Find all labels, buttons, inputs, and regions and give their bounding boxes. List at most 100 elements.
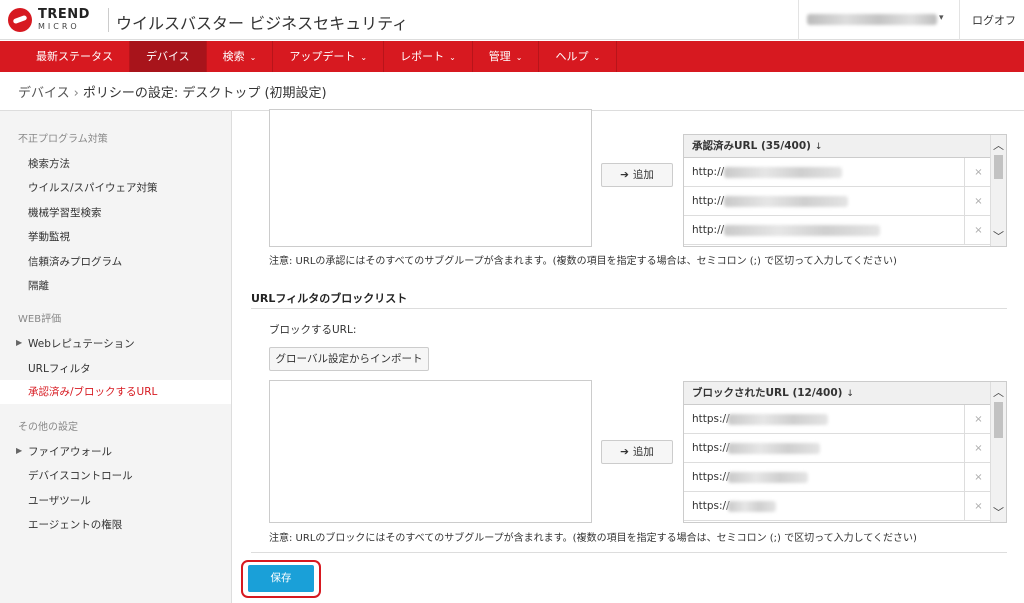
- nav-item-update[interactable]: アップデート ⌄: [273, 41, 385, 72]
- redacted-url: [728, 443, 820, 454]
- breadcrumb: デバイス › ポリシーの設定: デスクトップ (初期設定): [18, 82, 327, 101]
- list-title: 承認済みURL (35/400): [692, 140, 811, 152]
- url-prefix: https://: [692, 442, 730, 454]
- delete-icon[interactable]: ×: [964, 187, 992, 216]
- blocked-url-list: ブロックされたURL (12/400) ↓ https:// × https:// ×…: [683, 381, 1007, 523]
- delete-icon[interactable]: ×: [964, 463, 992, 492]
- breadcrumb-separator: ›: [73, 86, 79, 101]
- scroll-up-icon[interactable]: ︿: [993, 384, 1004, 400]
- blocked-url-note: 注意: URLのブロックにはそのすべてのサブグループが含まれます。(複数の項目を…: [269, 533, 917, 544]
- breadcrumb-current: ポリシーの設定: デスクトップ (初期設定): [82, 86, 327, 101]
- expand-arrow-icon: ▶: [16, 446, 23, 455]
- list-title: ブロックされたURL (12/400): [692, 387, 843, 399]
- sort-arrow-icon: ↓: [846, 389, 854, 399]
- sidebar-item-firewall[interactable]: ▶ ファイアウォール: [16, 444, 112, 459]
- approved-url-list: 承認済みURL (35/400) ↓ http:// × http:// × http…: [683, 134, 1007, 247]
- block-url-label: ブロックするURL:: [269, 324, 357, 336]
- redacted-url: [724, 225, 880, 236]
- nav-label: 最新ステータス: [36, 50, 113, 63]
- list-item: https:// ×: [684, 434, 992, 463]
- redacted-url: [728, 501, 776, 512]
- sidebar-item-label: ファイアウォール: [28, 446, 112, 458]
- nav-item-reports[interactable]: レポート ⌄: [384, 41, 473, 72]
- list-item: http:// ×: [684, 216, 992, 245]
- add-approved-url-button[interactable]: ➔ 追加: [601, 163, 673, 187]
- breadcrumb-devices-link[interactable]: デバイス: [18, 86, 70, 101]
- list-item: https:// ×: [684, 405, 992, 434]
- list-item: http:// ×: [684, 158, 992, 187]
- sidebar-item-trusted-programs[interactable]: 信頼済みプログラム: [28, 254, 122, 269]
- chevron-down-icon: ⌄: [593, 53, 601, 62]
- url-prefix: https://: [692, 413, 730, 425]
- scroll-thumb[interactable]: [994, 155, 1003, 179]
- redacted-url: [728, 414, 828, 425]
- app-header: TREND MICRO ウイルスバスター ビジネスセキュリティ ▾ ログオフ: [0, 0, 1024, 40]
- blocked-url-list-header[interactable]: ブロックされたURL (12/400) ↓: [684, 382, 1006, 405]
- scroll-down-icon[interactable]: ﹀: [993, 504, 1004, 520]
- import-global-settings-button[interactable]: グローバル設定からインポート: [269, 347, 429, 371]
- sidebar-group-other: その他の設定: [18, 422, 78, 433]
- nav-item-help[interactable]: ヘルプ ⌄: [539, 41, 618, 72]
- policy-sidebar: 不正プログラム対策 検索方法 ウイルス/スパイウェア対策 機械学習型検索 挙動監…: [0, 111, 232, 603]
- sidebar-item-behavior-monitoring[interactable]: 挙動監視: [28, 229, 70, 244]
- app-title: ウイルスバスター ビジネスセキュリティ: [116, 14, 409, 33]
- sidebar-group-antimalware: 不正プログラム対策: [18, 134, 108, 145]
- sidebar-item-device-control[interactable]: デバイスコントロール: [28, 468, 133, 483]
- sidebar-item-quarantine[interactable]: 隔離: [28, 278, 49, 293]
- sidebar-item-web-reputation[interactable]: ▶ Webレピュテーション: [16, 336, 135, 351]
- redacted-url: [728, 472, 808, 483]
- save-button[interactable]: 保存: [248, 565, 314, 592]
- sidebar-item-machine-learning[interactable]: 機械学習型検索: [28, 205, 102, 220]
- arrow-right-icon: ➔: [620, 169, 629, 181]
- sidebar-item-approved-blocked-url[interactable]: 承認済み/ブロックするURL: [0, 380, 231, 404]
- sidebar-item-virus-spyware[interactable]: ウイルス/スパイウェア対策: [28, 180, 158, 195]
- sidebar-group-web-reputation: WEB評価: [18, 314, 62, 325]
- blocked-list-scrollbar[interactable]: ︿ ﹀: [990, 382, 1006, 522]
- nav-item-scan[interactable]: 検索 ⌄: [207, 41, 274, 72]
- sidebar-item-scan-method[interactable]: 検索方法: [28, 156, 70, 171]
- chevron-down-icon: ⌄: [249, 53, 257, 62]
- approved-list-scrollbar[interactable]: ︿ ﹀: [990, 135, 1006, 246]
- approved-url-note: 注意: URLの承認にはそのすべてのサブグループが含まれます。(複数の項目を指定…: [269, 256, 897, 267]
- blocked-url-textarea[interactable]: [269, 380, 592, 523]
- chevron-down-icon: ⌄: [515, 53, 523, 62]
- sidebar-item-url-filter[interactable]: URLフィルタ: [28, 361, 91, 376]
- scroll-down-icon[interactable]: ﹀: [993, 228, 1004, 244]
- redacted-username: [807, 14, 937, 25]
- logout-link[interactable]: ログオフ: [972, 12, 1016, 28]
- sidebar-item-user-tools[interactable]: ユーザツール: [28, 493, 91, 508]
- url-prefix: https://: [692, 500, 730, 512]
- trend-micro-logo: TREND MICRO: [8, 6, 100, 34]
- nav-item-status[interactable]: 最新ステータス: [20, 41, 130, 72]
- delete-icon[interactable]: ×: [964, 158, 992, 187]
- chevron-down-icon: ⌄: [449, 53, 456, 62]
- url-prefix: http://: [692, 195, 725, 207]
- scroll-up-icon[interactable]: ︿: [993, 137, 1004, 153]
- url-prefix: http://: [692, 224, 725, 236]
- delete-icon[interactable]: ×: [964, 216, 992, 245]
- blocklist-section-title: URLフィルタのブロックリスト: [251, 292, 408, 305]
- add-blocked-url-button[interactable]: ➔ 追加: [601, 440, 673, 464]
- logo-text-trend: TREND: [38, 7, 90, 22]
- redacted-url: [724, 196, 848, 207]
- delete-icon[interactable]: ×: [964, 492, 992, 521]
- sidebar-item-label: Webレピュテーション: [28, 338, 135, 350]
- logo-text-micro: MICRO: [38, 22, 80, 31]
- user-account-menu[interactable]: ▾: [798, 0, 960, 40]
- nav-label: デバイス: [146, 50, 190, 63]
- nav-item-admin[interactable]: 管理 ⌄: [473, 41, 540, 72]
- approved-url-list-header[interactable]: 承認済みURL (35/400) ↓: [684, 135, 1006, 158]
- list-item: https:// ×: [684, 463, 992, 492]
- delete-icon[interactable]: ×: [964, 434, 992, 463]
- delete-icon[interactable]: ×: [964, 405, 992, 434]
- url-prefix: https://: [692, 471, 730, 483]
- button-label: 追加: [632, 169, 654, 181]
- approved-url-textarea[interactable]: [269, 109, 592, 247]
- sidebar-item-agent-privileges[interactable]: エージェントの権限: [28, 517, 122, 532]
- scroll-thumb[interactable]: [994, 402, 1003, 438]
- nav-item-devices[interactable]: デバイス: [130, 41, 207, 72]
- nav-label: レポート: [400, 50, 445, 63]
- chevron-down-icon: ⌄: [360, 53, 368, 62]
- redacted-url: [724, 167, 842, 178]
- list-item: https:// ×: [684, 492, 992, 521]
